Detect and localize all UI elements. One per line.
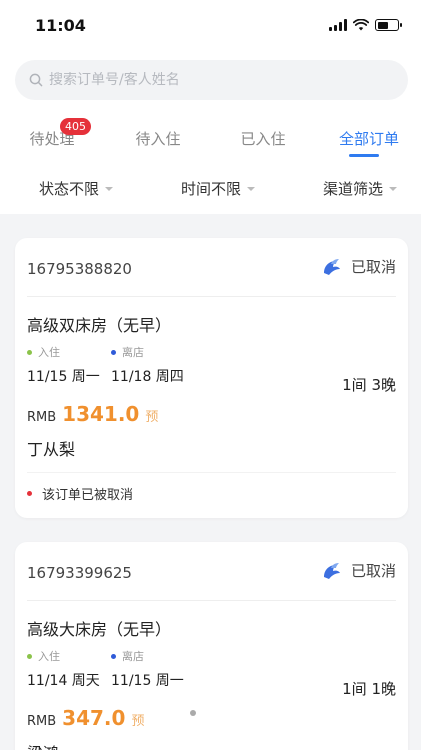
tab-checked-in[interactable]: 已入住: [240, 128, 285, 149]
checkout-date: 11/15 周一: [111, 673, 184, 689]
cancel-dot: [27, 491, 32, 496]
battery-icon: [375, 19, 402, 31]
amount: 1341.0: [62, 402, 140, 426]
checkin-date: 11/15 周一: [27, 369, 100, 385]
filter-bar: 状态不限 时间不限 渠道筛选: [0, 168, 421, 208]
order-status: 已取消: [321, 560, 396, 581]
cancel-note-text: 该订单已被取消: [42, 488, 134, 503]
checkin-label-text: 入住: [38, 650, 60, 663]
search-input[interactable]: [49, 72, 379, 88]
checkin-date: 11/14 周天: [27, 673, 100, 689]
prepaid-tag: 预: [131, 714, 145, 729]
status-time: 11:04: [35, 16, 86, 35]
price: RMB 1341.0 预: [27, 402, 158, 426]
checkin-label: 入住: [27, 648, 60, 664]
currency: RMB: [27, 714, 57, 729]
checkin-dot: [27, 653, 32, 659]
channel-filter[interactable]: 渠道筛选: [322, 178, 398, 199]
currency: RMB: [27, 410, 57, 425]
checkout-label-text: 离店: [122, 346, 144, 359]
chevron-down-icon: [247, 186, 256, 191]
checkout-dot: [111, 653, 116, 659]
checkin-dot: [27, 349, 32, 355]
checkout-dot: [111, 349, 116, 355]
amount: 347.0: [62, 706, 126, 730]
cellular-signal-icon: [329, 19, 347, 31]
checkout-label-text: 离店: [122, 650, 144, 663]
channel-filter-label: 渠道筛选: [322, 180, 384, 198]
status-filter-label: 状态不限: [38, 180, 100, 198]
room-type: 高级大床房（无早）: [27, 620, 172, 639]
time-filter-label: 时间不限: [180, 180, 242, 198]
search-icon: [29, 73, 43, 87]
status-filter[interactable]: 状态不限: [38, 178, 114, 199]
cancelled-bird-icon: [323, 258, 340, 275]
divider: [27, 600, 396, 601]
order-number: 16793399625: [27, 564, 132, 582]
checkout-label: 离店: [111, 648, 144, 664]
scroll-dot: [190, 710, 196, 716]
time-filter[interactable]: 时间不限: [180, 178, 256, 199]
order-status-label: 已取消: [350, 562, 396, 580]
active-tab-indicator: [349, 154, 379, 157]
pending-count-badge: 405: [60, 118, 91, 135]
order-status: 已取消: [321, 256, 396, 277]
price: RMB 347.0 预: [27, 706, 144, 730]
chevron-down-icon: [105, 186, 114, 191]
order-number: 16795388820: [27, 260, 132, 278]
rooms-nights: 1间 1晚: [342, 680, 396, 698]
guest-name: 梁鸿: [27, 740, 59, 750]
divider: [27, 472, 396, 473]
checkout-date: 11/18 周四: [111, 369, 184, 385]
order-status-label: 已取消: [350, 258, 396, 276]
cancel-note: 该订单已被取消: [27, 484, 133, 503]
tab-awaiting-checkin[interactable]: 待入住: [135, 128, 180, 149]
order-tabs: 待处理 405 待入住 已入住 全部订单: [0, 118, 421, 162]
checkin-label-text: 入住: [38, 346, 60, 359]
status-bar: 11:04: [0, 0, 421, 50]
header-area: 11:04 待处理 405 待入住 已入住 全部订单 状态不限: [0, 0, 421, 214]
guest-name: 丁从梨: [27, 440, 76, 459]
tab-all-orders[interactable]: 全部订单: [339, 128, 399, 149]
wifi-icon: [353, 19, 369, 31]
prepaid-tag: 预: [145, 410, 159, 425]
cancelled-bird-icon: [323, 562, 340, 579]
status-icons: [329, 19, 402, 31]
checkout-label: 离店: [111, 344, 144, 360]
search-bar[interactable]: [15, 60, 408, 100]
checkin-label: 入住: [27, 344, 60, 360]
chevron-down-icon: [389, 186, 398, 191]
rooms-nights: 1间 3晚: [342, 376, 396, 394]
order-card[interactable]: 16793399625 已取消 高级大床房（无早） 入住 离店 11/14 周天…: [15, 542, 408, 750]
room-type: 高级双床房（无早）: [27, 316, 172, 335]
order-card[interactable]: 16795388820 已取消 高级双床房（无早） 入住 离店 11/15 周一…: [15, 238, 408, 518]
divider: [27, 296, 396, 297]
